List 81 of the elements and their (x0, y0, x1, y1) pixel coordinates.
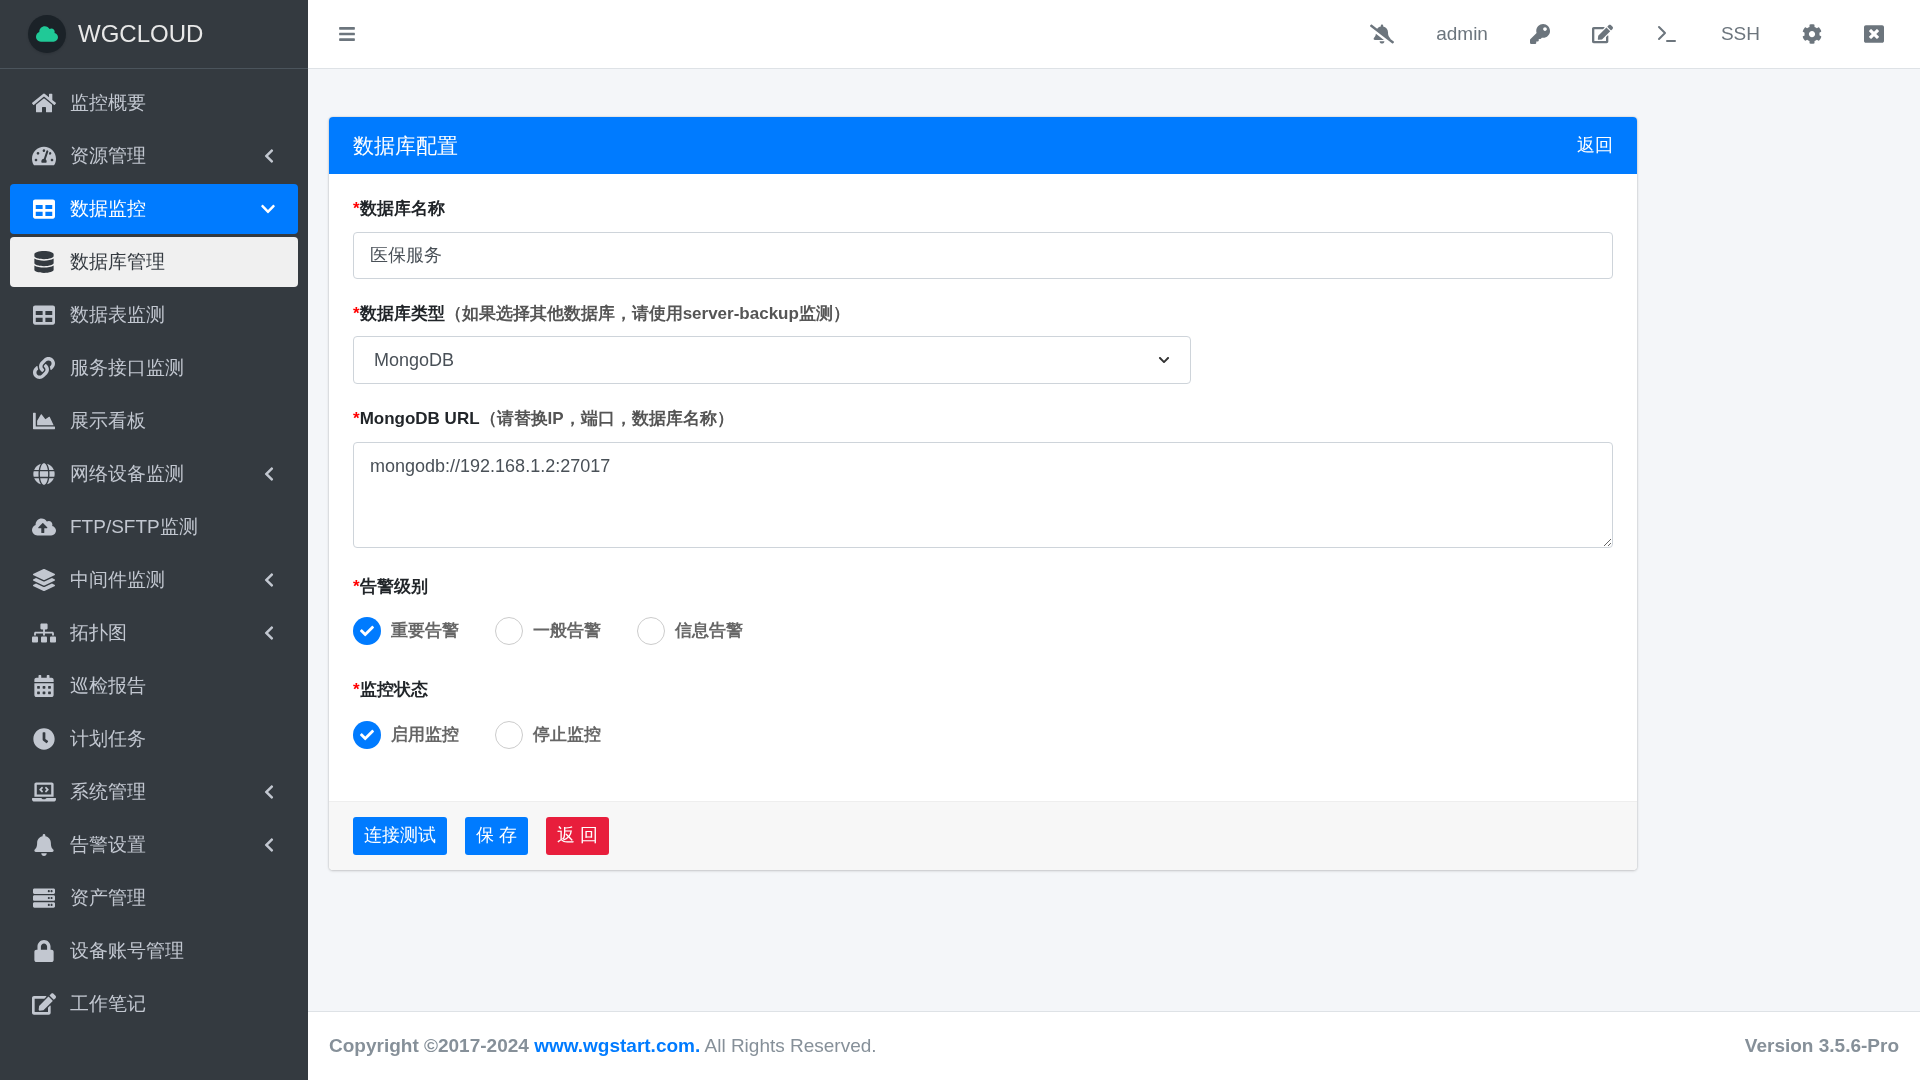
sidebar-item[interactable]: 拓扑图 (10, 608, 298, 658)
chevron-left-icon (262, 572, 276, 588)
sidebar-item[interactable]: 中间件监测 (10, 555, 298, 605)
table-icon (32, 304, 56, 326)
area-chart-icon (32, 410, 56, 432)
radio-button[interactable] (353, 720, 381, 749)
website-link[interactable]: www.wgstart.com. (534, 1034, 701, 1056)
sidebar-item[interactable]: 数据表监测 (10, 290, 298, 340)
check-icon (360, 727, 374, 742)
gauge-icon (32, 145, 56, 167)
field-label: *MongoDB URL（请替换IP，端口，数据库名称） (353, 408, 735, 430)
server-icon (32, 887, 56, 909)
sidebar-item[interactable]: 巡检报告 (10, 661, 298, 711)
sidebar-item[interactable]: 资源管理 (10, 131, 298, 181)
laptop-icon (32, 781, 56, 803)
calendar-icon (32, 675, 56, 697)
field-label: *数据库类型（如果选择其他数据库，请使用server-backup监测） (353, 302, 851, 325)
sidebar-item[interactable]: 设备账号管理 (10, 926, 298, 976)
edit-icon[interactable] (1591, 24, 1613, 44)
text-field[interactable]: 医保服务 (353, 231, 1613, 279)
sidebar-item[interactable]: 数据库管理 (10, 237, 298, 287)
version-text: Version 3.5.6-Pro (1744, 1033, 1899, 1058)
sidebar-item[interactable]: 展示看板 (10, 396, 298, 446)
action-button[interactable]: 返 回 (546, 816, 610, 855)
edit-icon (32, 993, 56, 1015)
globe-icon (32, 463, 56, 485)
field-label: *监控状态 (353, 679, 429, 701)
sidebar-item[interactable]: 系统管理 (10, 767, 298, 817)
lock-icon (32, 940, 56, 962)
sidebar-item[interactable]: 监控概要 (10, 78, 298, 128)
layers-icon (32, 569, 56, 591)
bell-off-icon[interactable] (1370, 23, 1395, 45)
chevron-left-icon (262, 837, 276, 853)
database-icon (32, 251, 56, 273)
home-icon (32, 92, 56, 114)
chevron-left-icon (262, 625, 276, 641)
sidebar-item[interactable]: 资产管理 (10, 873, 298, 923)
select-field[interactable]: MongoDB (353, 336, 1191, 384)
sidebar-item[interactable]: 网络设备监测 (10, 449, 298, 499)
bell-icon (32, 834, 56, 856)
settings-icon[interactable] (1802, 24, 1822, 44)
copyright-text: Copyright ©2017-2024 www.wgstart.com. All Rights Reserved. (329, 1033, 877, 1058)
close-icon[interactable] (1864, 24, 1884, 44)
radio-button[interactable] (353, 617, 381, 645)
field-label: *数据库名称 (353, 198, 446, 220)
radio-option[interactable]: 一般告警 (495, 617, 601, 645)
sidebar-item[interactable]: 服务接口监测 (10, 343, 298, 393)
chevron-left-icon (262, 466, 276, 482)
menu-icon[interactable] (338, 25, 356, 43)
radio-option[interactable]: 信息告警 (637, 617, 743, 645)
sidebar-item[interactable]: FTP/SFTP监测 (10, 502, 298, 552)
radio-button[interactable] (495, 617, 523, 645)
sidebar-item[interactable]: 数据监控 (10, 184, 298, 234)
chevron-left-icon (262, 784, 276, 800)
radio-button[interactable] (637, 617, 665, 645)
sidebar-item[interactable]: 计划任务 (10, 714, 298, 764)
field-label: *告警级别 (353, 575, 429, 598)
link-icon (32, 357, 56, 379)
action-button[interactable]: 保 存 (465, 816, 528, 855)
card-title: 数据库配置 (353, 132, 458, 159)
sidebar-item[interactable]: 告警设置 (10, 820, 298, 870)
check-icon (360, 624, 374, 638)
chevron-left-icon (262, 148, 276, 164)
sidebar-item[interactable]: 工作笔记 (10, 979, 298, 1029)
back-link[interactable]: 返回 (1577, 132, 1613, 159)
clock-icon (32, 728, 56, 750)
chevron-down-icon (1158, 354, 1170, 366)
brand-name: WGCLOUD (78, 19, 204, 49)
logo-icon (28, 15, 66, 53)
username-link[interactable]: admin (1436, 19, 1488, 49)
action-button[interactable]: 连接测试 (353, 816, 447, 855)
text-area[interactable]: mongodb://192.168.1.2:27017 (353, 441, 1613, 548)
radio-button[interactable] (495, 720, 523, 749)
cloud-upload-icon (32, 516, 56, 538)
sitemap-icon (32, 622, 56, 644)
key-icon[interactable] (1529, 24, 1550, 44)
radio-option[interactable]: 启用监控 (353, 720, 459, 749)
table-icon (32, 198, 56, 220)
radio-option[interactable]: 停止监控 (495, 720, 601, 749)
radio-option[interactable]: 重要告警 (353, 617, 459, 645)
ssh-link[interactable]: SSH (1720, 19, 1760, 49)
